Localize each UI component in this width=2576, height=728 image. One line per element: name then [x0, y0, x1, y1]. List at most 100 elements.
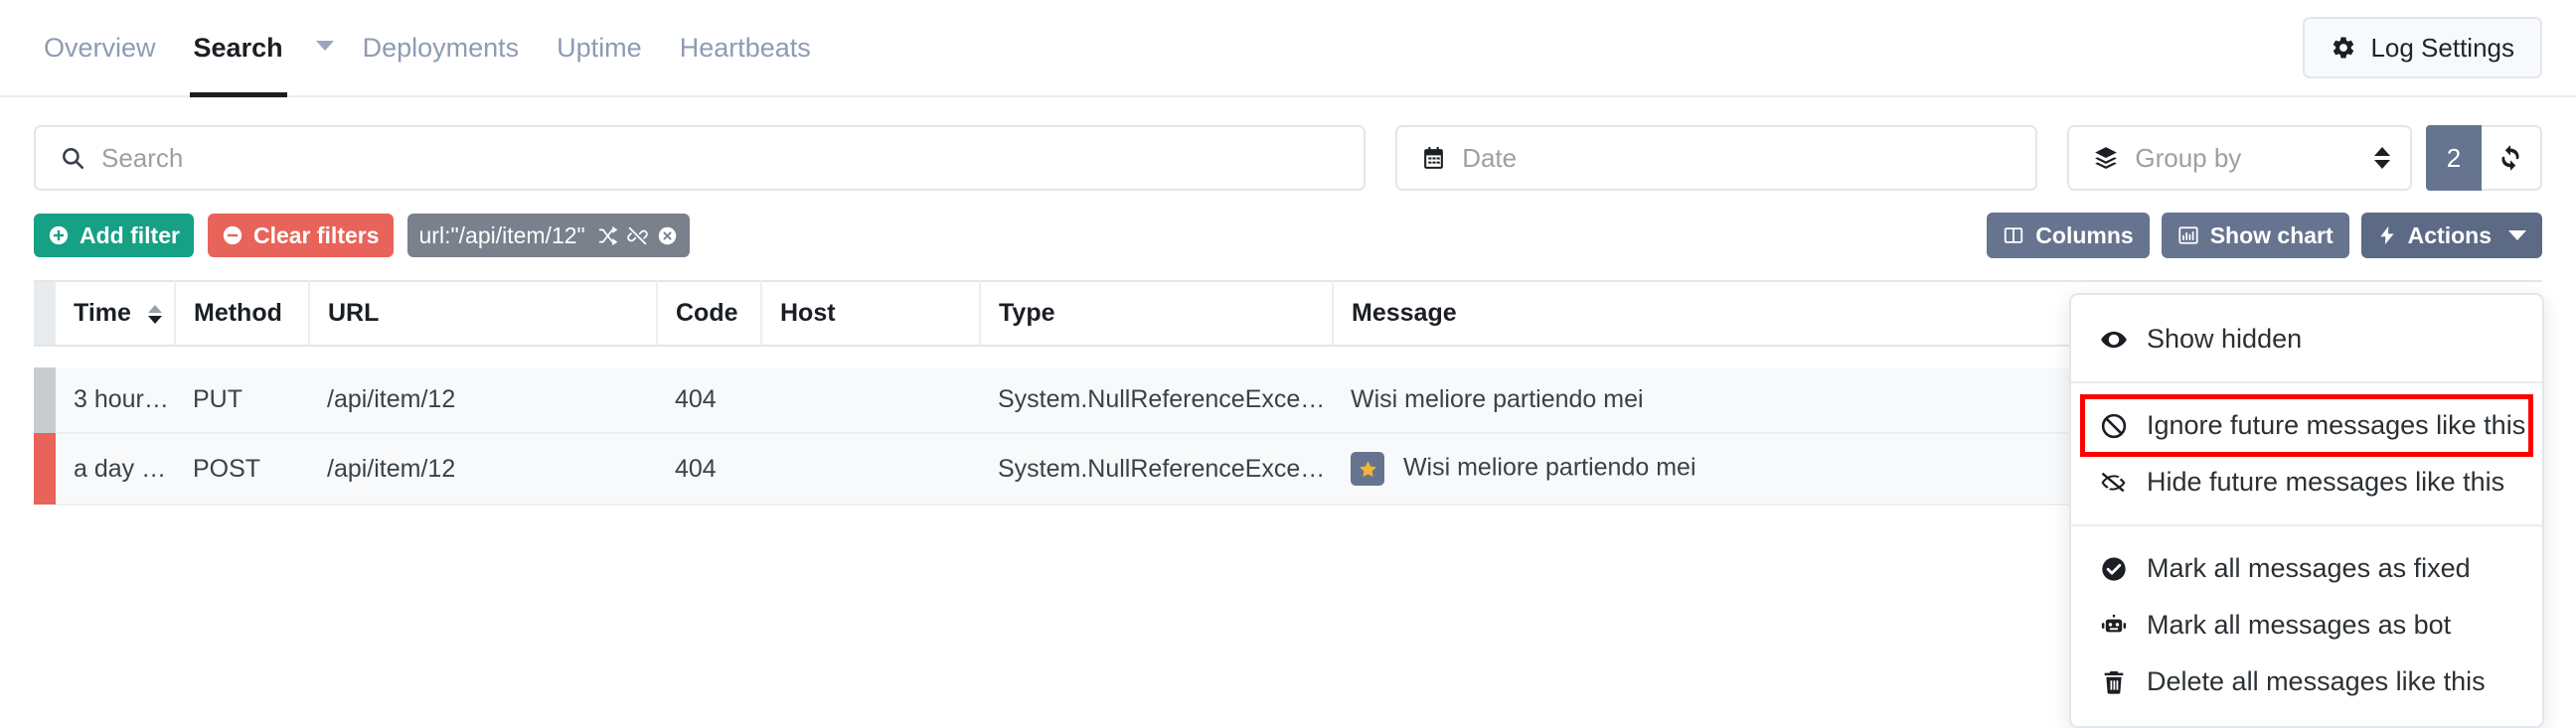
nav-item-uptime[interactable]: Uptime: [538, 0, 661, 95]
menu-item-label: Hide future messages like this: [2147, 467, 2505, 497]
show-chart-label: Show chart: [2209, 221, 2334, 248]
plus-circle-icon: [48, 224, 70, 246]
unlink-icon[interactable]: [626, 225, 648, 246]
minus-circle-icon: [222, 224, 243, 246]
cell-method: POST: [175, 433, 309, 506]
column-header-type[interactable]: Type: [980, 280, 1334, 347]
star-icon: [1351, 452, 1384, 486]
result-count-badge[interactable]: 2: [2426, 125, 2482, 191]
refresh-icon: [2496, 144, 2524, 172]
menu-item-hide-future-messages[interactable]: Hide future messages like this: [2071, 454, 2542, 510]
nav-item-overview[interactable]: Overview: [34, 0, 175, 95]
menu-item-label: Mark all messages as fixed: [2147, 553, 2471, 583]
gear-icon: [2331, 35, 2356, 61]
table-toolbar: Columns Show chart Actions: [1987, 213, 2542, 258]
chevron-down-icon: [2508, 230, 2526, 240]
nav-item-search[interactable]: Search: [175, 0, 302, 97]
menu-item-show-hidden[interactable]: Show hidden: [2071, 311, 2542, 367]
calendar-icon: [1421, 146, 1446, 171]
menu-item-label: Delete all messages like this: [2147, 666, 2486, 696]
message-text: Wisi meliore partiendo mei: [1351, 385, 1644, 413]
column-header-time[interactable]: Time: [56, 280, 176, 347]
column-label: Code: [676, 299, 738, 327]
nav-item-heartbeats[interactable]: Heartbeats: [661, 0, 830, 95]
menu-item-mark-all-fixed[interactable]: Mark all messages as fixed: [2071, 540, 2542, 597]
bar-chart-icon: [2177, 224, 2199, 246]
chevron-down-icon: [315, 40, 334, 51]
nav-item-label: Heartbeats: [679, 33, 811, 63]
menu-separator: [2071, 381, 2542, 383]
shuffle-icon[interactable]: [597, 225, 618, 246]
add-filter-button[interactable]: Add filter: [34, 214, 194, 257]
nav-items: Overview Search Deployments Uptime Heart…: [34, 0, 830, 97]
nav-item-label: Deployments: [362, 33, 520, 63]
cell-type: System.NullReferenceException: [980, 433, 1333, 506]
nav-item-label: Overview: [44, 33, 156, 63]
ban-icon: [2099, 412, 2129, 440]
sort-ascending: [147, 304, 162, 313]
top-navigation-bar: Overview Search Deployments Uptime Heart…: [0, 0, 2576, 97]
menu-item-ignore-future-messages[interactable]: Ignore future messages like this: [2080, 394, 2533, 457]
log-settings-button[interactable]: Log Settings: [2303, 17, 2542, 78]
cell-code: 404: [657, 433, 761, 506]
group-by-placeholder: Group by: [2135, 142, 2242, 173]
cell-url: /api/item/12: [309, 433, 657, 506]
add-filter-label: Add filter: [80, 221, 180, 248]
sort-descending: [147, 315, 162, 324]
close-circle-icon[interactable]: [657, 225, 678, 246]
search-icon: [60, 145, 85, 171]
row-severity-stripe: [34, 367, 56, 433]
actions-label: Actions: [2407, 221, 2492, 248]
cell-method: PUT: [175, 367, 309, 434]
bolt-icon: [2377, 224, 2397, 246]
filter-chip-actions: [597, 225, 678, 246]
cell-type: System.NullReferenceException: [980, 367, 1333, 434]
cell-host: [761, 367, 980, 434]
column-label: URL: [328, 299, 380, 327]
stepper-down: [2374, 160, 2391, 169]
column-header-url[interactable]: URL: [309, 280, 658, 347]
trash-icon: [2099, 668, 2129, 696]
search-controls-row: Search Date Group by 2: [0, 97, 2576, 191]
sort-icon[interactable]: [147, 304, 162, 324]
menu-item-delete-all-messages[interactable]: Delete all messages like this: [2071, 654, 2542, 710]
filter-chip-url[interactable]: url:"/api/item/12": [406, 214, 690, 257]
column-header-method[interactable]: Method: [175, 280, 310, 347]
cell-url: /api/item/12: [309, 367, 657, 434]
group-by-select[interactable]: Group by: [2067, 125, 2413, 191]
filter-toolbar-row: Add filter Clear filters url:"/api/item/…: [0, 191, 2576, 258]
nav-item-label: Uptime: [557, 33, 642, 63]
menu-separator: [2071, 524, 2542, 526]
column-label: Time: [74, 299, 131, 327]
column-label: Type: [999, 299, 1055, 327]
columns-button[interactable]: Columns: [1987, 213, 2150, 258]
search-placeholder: Search: [101, 142, 184, 173]
check-circle-icon: [2099, 555, 2129, 583]
row-severity-stripe: [34, 433, 56, 505]
date-placeholder: Date: [1462, 142, 1518, 173]
layers-icon: [2093, 145, 2119, 171]
columns-label: Columns: [2035, 221, 2134, 248]
menu-item-label: Show hidden: [2147, 324, 2303, 354]
clear-filters-button[interactable]: Clear filters: [207, 214, 394, 257]
column-label: Message: [1352, 299, 1457, 327]
stripe-header: [34, 280, 56, 347]
date-input[interactable]: Date: [1395, 125, 2038, 191]
actions-button[interactable]: Actions: [2360, 213, 2542, 258]
nav-item-label: Search: [193, 33, 283, 63]
menu-item-mark-all-bot[interactable]: Mark all messages as bot: [2071, 597, 2542, 654]
nav-item-deployments[interactable]: Deployments: [344, 0, 539, 95]
log-settings-label: Log Settings: [2370, 32, 2514, 63]
search-input[interactable]: Search: [34, 125, 1367, 191]
nav-search-dropdown-toggle[interactable]: [302, 0, 344, 95]
refresh-button[interactable]: [2481, 125, 2542, 191]
actions-dropdown-menu: Show hidden Ignore future messages like …: [2069, 293, 2544, 728]
columns-icon: [2003, 224, 2024, 246]
sort-updown-icon[interactable]: [2374, 147, 2391, 169]
cell-code: 404: [657, 367, 761, 434]
column-label: Method: [194, 299, 282, 327]
show-chart-button[interactable]: Show chart: [2161, 213, 2349, 258]
menu-item-label: Mark all messages as bot: [2147, 610, 2452, 640]
column-header-code[interactable]: Code: [657, 280, 762, 347]
column-header-host[interactable]: Host: [761, 280, 981, 347]
